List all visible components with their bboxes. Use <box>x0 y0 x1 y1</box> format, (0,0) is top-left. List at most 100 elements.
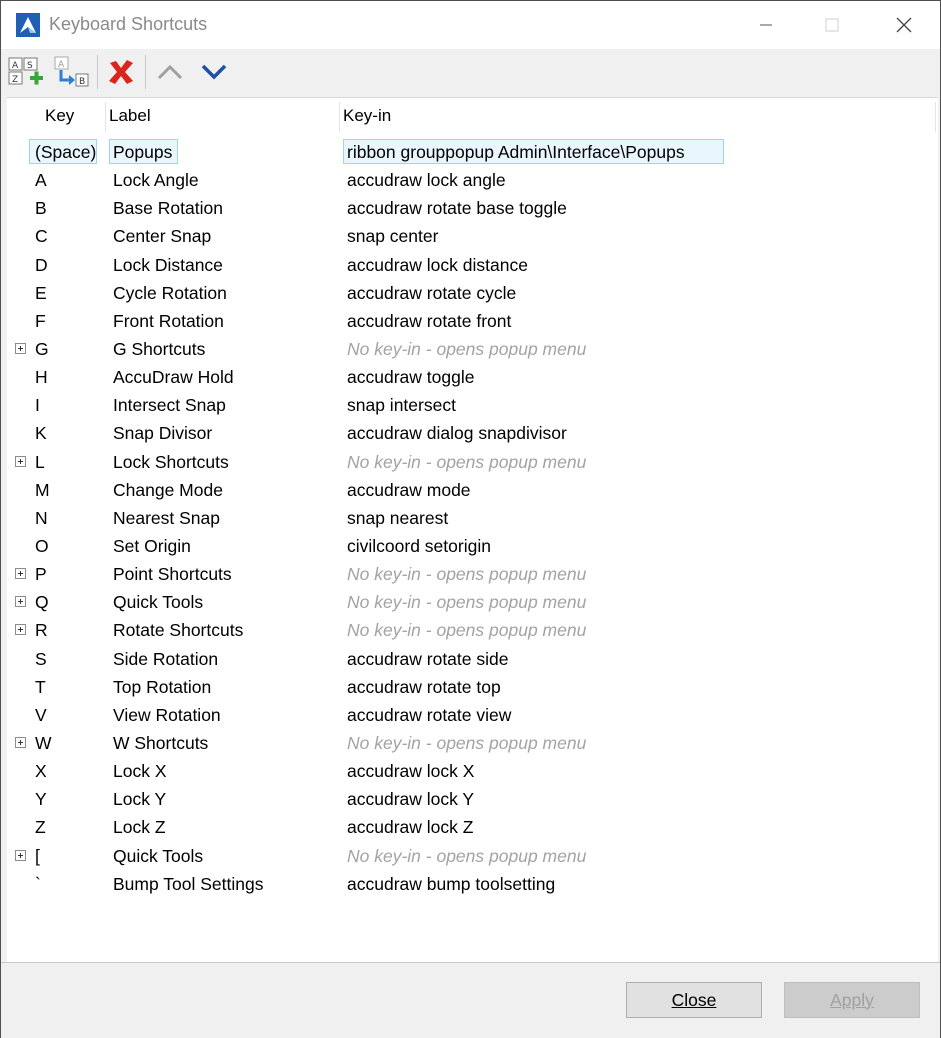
row-key: T <box>35 676 46 697</box>
expand-plus-icon[interactable] <box>15 596 26 608</box>
table-row[interactable]: E Cycle Rotation accudraw rotate cycle <box>7 279 938 307</box>
table-row[interactable]: F Front Rotation accudraw rotate front <box>7 307 938 335</box>
row-keyin: accudraw dialog snapdivisor <box>347 423 567 444</box>
row-keyin: accudraw rotate front <box>347 310 512 331</box>
delete-button[interactable] <box>103 53 139 91</box>
add-child-shortcut-button[interactable]: A B <box>51 53 91 91</box>
column-header-key[interactable]: Key <box>45 106 74 126</box>
row-keyin: ribbon grouppopup Admin\Interface\Popups <box>347 142 685 162</box>
table-row[interactable]: Z Lock Z accudraw lock Z <box>7 813 938 841</box>
row-keyin: accudraw rotate cycle <box>347 282 517 303</box>
table-row[interactable]: (Space) Popups ribbon grouppopup Admin\Int… <box>7 138 938 166</box>
row-label: Quick Tools <box>113 592 204 613</box>
row-keyin: accudraw lock Y <box>347 789 475 810</box>
shortcuts-list[interactable]: Key Label Key-in (Space) Popups ribbon gro… <box>7 97 938 962</box>
close-button-label: Close <box>671 989 717 1010</box>
close-icon <box>896 17 912 33</box>
row-keyin: accudraw rotate view <box>347 704 512 725</box>
expand-plus-icon[interactable] <box>15 849 26 861</box>
row-label: Top Rotation <box>113 676 212 697</box>
row-key: N <box>35 507 48 528</box>
expand-plus-icon[interactable] <box>15 736 26 748</box>
row-keyin: No key-in - opens popup menu <box>347 338 587 359</box>
table-row[interactable]: G G Shortcuts No key-in - opens popup menu <box>7 335 938 363</box>
table-row[interactable]: X Lock X accudraw lock X <box>7 757 938 785</box>
add-child-shortcut-icon: A B <box>54 56 89 87</box>
table-row[interactable]: W W Shortcuts No key-in - opens popup menu <box>7 729 938 757</box>
column-header-label[interactable]: Label <box>109 106 151 126</box>
row-keyin: accudraw mode <box>347 479 471 500</box>
dialog-footer: Close Apply <box>1 962 940 1038</box>
row-key: Z <box>35 817 46 838</box>
row-label: Nearest Snap <box>113 507 221 528</box>
expand-plus-icon[interactable] <box>15 342 26 354</box>
table-row[interactable]: V View Rotation accudraw rotate view <box>7 701 938 729</box>
table-row[interactable]: K Snap Divisor accudraw dialog snapdivisor <box>7 419 938 447</box>
row-keyin: No key-in - opens popup menu <box>347 620 587 641</box>
table-row[interactable]: P Point Shortcuts No key-in - opens popup … <box>7 560 938 588</box>
move-down-button[interactable] <box>196 53 232 91</box>
row-key: W <box>35 732 52 753</box>
row-label: Lock Angle <box>113 170 199 191</box>
table-row[interactable]: R Rotate Shortcuts No key-in - opens popup… <box>7 616 938 644</box>
row-label: Point Shortcuts <box>113 564 232 585</box>
toolbar-separator <box>145 55 146 89</box>
table-row[interactable]: O Set Origin civilcoord setorigin <box>7 532 938 560</box>
close-button[interactable]: Close <box>626 982 762 1018</box>
svg-text:B: B <box>79 77 85 87</box>
table-row[interactable]: C Center Snap snap center <box>7 222 938 250</box>
row-keyin: accudraw toggle <box>347 367 475 388</box>
table-row[interactable]: B Base Rotation accudraw rotate base toggl… <box>7 194 938 222</box>
apply-button[interactable]: Apply <box>784 982 920 1018</box>
minimize-button[interactable] <box>743 1 789 49</box>
move-up-button[interactable] <box>152 53 188 91</box>
row-key: R <box>35 620 48 641</box>
row-keyin: snap nearest <box>347 507 449 528</box>
table-row[interactable]: Y Lock Y accudraw lock Y <box>7 785 938 813</box>
row-label: Center Snap <box>113 226 212 247</box>
table-row[interactable]: H AccuDraw Hold accudraw toggle <box>7 363 938 391</box>
keyboard-shortcuts-dialog: Keyboard Shortcuts A S Z A B Key Label K… <box>0 0 941 1038</box>
row-label: G Shortcuts <box>113 338 206 359</box>
column-divider[interactable] <box>935 102 936 132</box>
expand-plus-icon[interactable] <box>15 455 26 467</box>
row-keyin: accudraw rotate side <box>347 648 509 669</box>
row-keyin: snap intersect <box>347 395 456 416</box>
column-divider[interactable] <box>105 102 106 132</box>
maximize-button[interactable] <box>809 1 855 49</box>
table-row[interactable]: [Quick Tools No key-in - opens popup menu <box>7 842 938 870</box>
table-row[interactable]: N Nearest Snap snap nearest <box>7 504 938 532</box>
maximize-icon <box>825 18 839 32</box>
table-row[interactable]: L Lock Shortcuts No key-in - opens popup m… <box>7 448 938 476</box>
row-label: View Rotation <box>113 704 221 725</box>
row-keyin: No key-in - opens popup menu <box>347 592 587 613</box>
row-label: Rotate Shortcuts <box>113 620 244 641</box>
row-key: C <box>35 226 48 247</box>
row-label: Popups <box>113 142 173 162</box>
add-shortcut-button[interactable]: A S Z <box>6 53 46 91</box>
row-label: Change Mode <box>113 479 223 500</box>
row-key: Y <box>35 789 47 810</box>
row-key: A <box>35 170 47 191</box>
expand-plus-icon[interactable] <box>15 624 26 636</box>
column-divider[interactable] <box>339 102 340 132</box>
table-row[interactable]: A Lock Angle accudraw lock angle <box>7 166 938 194</box>
column-header-keyin[interactable]: Key-in <box>343 106 391 126</box>
row-label: Lock X <box>113 761 167 782</box>
move-up-icon <box>157 64 183 80</box>
table-row[interactable]: S Side Rotation accudraw rotate side <box>7 645 938 673</box>
svg-text:Z: Z <box>12 75 18 85</box>
row-keyin: accudraw lock Z <box>347 817 474 838</box>
table-row[interactable]: ` Bump Tool Settings accudraw bump toolset… <box>7 870 938 898</box>
table-row[interactable]: T Top Rotation accudraw rotate top <box>7 673 938 701</box>
close-window-button[interactable] <box>881 1 927 49</box>
move-down-icon <box>201 64 227 80</box>
row-keyin: accudraw lock angle <box>347 170 506 191</box>
expand-plus-icon[interactable] <box>15 568 26 580</box>
row-keyin: accudraw lock X <box>347 761 475 782</box>
table-row[interactable]: M Change Mode accudraw mode <box>7 476 938 504</box>
table-row[interactable]: D Lock Distance accudraw lock distance <box>7 251 938 279</box>
table-row[interactable]: I Intersect Snap snap intersect <box>7 391 938 419</box>
table-row[interactable]: Q Quick Tools No key-in - opens popup menu <box>7 588 938 616</box>
row-keyin: accudraw rotate base toggle <box>347 198 567 219</box>
